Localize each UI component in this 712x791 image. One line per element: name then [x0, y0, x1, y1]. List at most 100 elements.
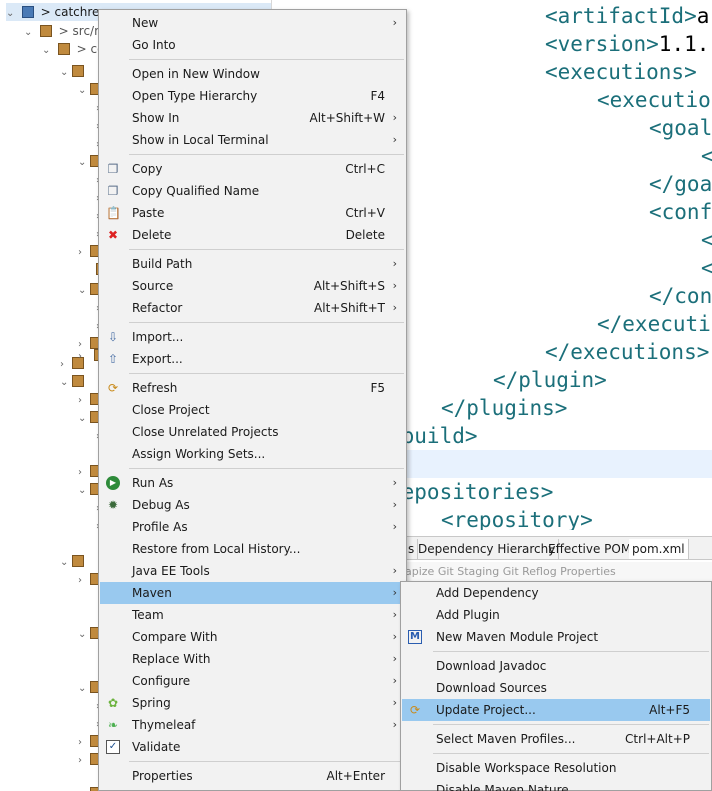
- code-line: </executions>: [545, 338, 709, 366]
- menu-item-refresh[interactable]: ⟳ Refresh F5: [100, 377, 405, 399]
- menu-item-close-project[interactable]: Close Project: [100, 399, 405, 421]
- package-folder-icon: [39, 25, 52, 37]
- chevron-down-icon[interactable]: ⌄: [24, 24, 36, 42]
- menu-item-run-as[interactable]: ▶ Run As ›: [100, 472, 405, 494]
- menu-item-new-maven-module-project[interactable]: M New Maven Module Project: [402, 626, 710, 648]
- menu-item-label: Source: [132, 279, 174, 293]
- chevron-down-icon[interactable]: ⌄: [78, 786, 90, 791]
- chevron-down-icon[interactable]: ⌄: [78, 410, 90, 428]
- menu-item-update-project[interactable]: ⟳ Update Project... Alt+F5: [402, 699, 710, 721]
- menu-item-export[interactable]: ⇧ Export...: [100, 348, 405, 370]
- menu-item-compare-with[interactable]: Compare With ›: [100, 626, 405, 648]
- menu-item-label: Compare With: [132, 630, 218, 644]
- menu-item-open-type-hierarchy[interactable]: Open Type Hierarchy F4: [100, 85, 405, 107]
- package-icon: [57, 43, 70, 55]
- menu-item-label: Export...: [132, 352, 183, 366]
- menu-item-java-ee-tools[interactable]: Java EE Tools ›: [100, 560, 405, 582]
- tab-dependency-hierarchy[interactable]: Dependency Hierarchy: [415, 539, 560, 559]
- menu-separator: [129, 761, 404, 762]
- menu-item-disable-workspace-resolution[interactable]: Disable Workspace Resolution: [402, 757, 710, 779]
- menu-item-go-into[interactable]: Go Into: [100, 34, 405, 56]
- chevron-down-icon[interactable]: ⌄: [60, 554, 72, 572]
- xml-tag: </plugins>: [441, 396, 568, 420]
- xml-tag: </con: [649, 284, 712, 308]
- xml-tag: <: [701, 144, 712, 168]
- chevron-down-icon[interactable]: ⌄: [6, 5, 18, 23]
- menu-item-download-javadoc[interactable]: Download Javadoc: [402, 655, 710, 677]
- chevron-right-icon[interactable]: ›: [78, 348, 90, 366]
- menu-item-refactor[interactable]: Refactor Alt+Shift+T ›: [100, 297, 405, 319]
- tree-item[interactable]: ⌄: [60, 552, 87, 570]
- menu-item-shortcut: Alt+Shift+W: [309, 111, 386, 125]
- menu-item-configure[interactable]: Configure ›: [100, 670, 405, 692]
- chevron-right-icon[interactable]: ›: [78, 244, 90, 262]
- menu-item-shortcut: Alt+Enter: [326, 769, 385, 783]
- paste-icon: 📋: [106, 206, 121, 220]
- chevron-down-icon[interactable]: ⌄: [78, 82, 90, 100]
- menu-item-label: Debug As: [132, 498, 190, 512]
- menu-item-validate[interactable]: ✓ Validate: [100, 736, 405, 758]
- menu-item-copy[interactable]: ❐ Copy Ctrl+C: [100, 158, 405, 180]
- menu-item-open-in-new-window[interactable]: Open in New Window: [100, 63, 405, 85]
- menu-item-shortcut: Ctrl+Alt+P: [625, 732, 690, 746]
- tree-item[interactable]: ⌄: [60, 62, 87, 80]
- code-line: </plugins>: [441, 394, 567, 422]
- menu-item-label: Go Into: [132, 38, 176, 52]
- chevron-right-icon[interactable]: ›: [78, 752, 90, 770]
- menu-item-copy-qualified-name[interactable]: ❐ Copy Qualified Name: [100, 180, 405, 202]
- menu-item-source[interactable]: Source Alt+Shift+S ›: [100, 275, 405, 297]
- copy-icon: ❐: [107, 162, 119, 176]
- menu-item-new[interactable]: New ›: [100, 12, 405, 34]
- xml-tag: <: [701, 256, 712, 280]
- menu-item-show-in[interactable]: Show In Alt+Shift+W ›: [100, 107, 405, 129]
- menu-item-maven[interactable]: Maven ›: [100, 582, 405, 604]
- menu-item-spring[interactable]: ✿ Spring ›: [100, 692, 405, 714]
- menu-item-add-dependency[interactable]: Add Dependency: [402, 582, 710, 604]
- chevron-down-icon[interactable]: ⌄: [78, 154, 90, 172]
- menu-item-properties[interactable]: Properties Alt+Enter: [100, 765, 405, 787]
- menu-item-label: Refactor: [132, 301, 183, 315]
- menu-item-paste[interactable]: 📋 Paste Ctrl+V: [100, 202, 405, 224]
- menu-item-disable-maven-nature[interactable]: Disable Maven Nature: [402, 779, 710, 791]
- chevron-right-icon[interactable]: ›: [78, 572, 90, 590]
- menu-item-replace-with[interactable]: Replace With ›: [100, 648, 405, 670]
- chevron-down-icon[interactable]: ⌄: [78, 282, 90, 300]
- menu-item-assign-working-sets[interactable]: Assign Working Sets...: [100, 443, 405, 465]
- menu-item-profile-as[interactable]: Profile As ›: [100, 516, 405, 538]
- menu-item-restore-from-local-history[interactable]: Restore from Local History...: [100, 538, 405, 560]
- maven-project-icon: [21, 6, 34, 18]
- xml-tag: <goal: [649, 116, 712, 140]
- tree-item-src[interactable]: ⌄ > src/r: [24, 22, 99, 40]
- menu-item-debug-as[interactable]: ✹ Debug As ›: [100, 494, 405, 516]
- menu-item-label: Copy: [132, 162, 163, 176]
- tree-item-package[interactable]: ⌄ > co: [42, 40, 104, 58]
- code-line: <: [701, 254, 712, 282]
- menu-item-delete[interactable]: ✖ Delete Delete: [100, 224, 405, 246]
- code-line: <artifactId>a: [545, 2, 709, 30]
- chevron-down-icon[interactable]: ⌄: [60, 64, 72, 82]
- tree-item[interactable]: ⌄: [60, 372, 87, 390]
- menu-item-label: Copy Qualified Name: [132, 184, 260, 198]
- menu-item-show-in-local-terminal[interactable]: Show in Local Terminal ›: [100, 129, 405, 151]
- menu-item-import[interactable]: ⇩ Import...: [100, 326, 405, 348]
- menu-item-build-path[interactable]: Build Path ›: [100, 253, 405, 275]
- menu-item-select-maven-profiles[interactable]: Select Maven Profiles... Ctrl+Alt+P: [402, 728, 710, 750]
- chevron-down-icon[interactable]: ⌄: [78, 626, 90, 644]
- menu-item-thymeleaf[interactable]: ❧ Thymeleaf ›: [100, 714, 405, 736]
- chevron-down-icon[interactable]: ⌄: [78, 482, 90, 500]
- tab-effective-pom[interactable]: Effective POM: [545, 539, 636, 559]
- chevron-down-icon[interactable]: ⌄: [78, 680, 90, 698]
- menu-item-team[interactable]: Team ›: [100, 604, 405, 626]
- chevron-down-icon[interactable]: ⌄: [60, 374, 72, 392]
- menu-item-label: Add Dependency: [436, 586, 539, 600]
- xml-tag: </goa: [649, 172, 712, 196]
- menu-item-close-unrelated-projects[interactable]: Close Unrelated Projects: [100, 421, 405, 443]
- menu-item-shortcut: F5: [370, 381, 385, 395]
- code-line: </executi: [597, 310, 711, 338]
- menu-item-shortcut: F4: [370, 89, 385, 103]
- tab-pom-xml[interactable]: pom.xml: [629, 539, 689, 559]
- menu-item-download-sources[interactable]: Download Sources: [402, 677, 710, 699]
- menu-item-add-plugin[interactable]: Add Plugin: [402, 604, 710, 626]
- menu-separator: [433, 651, 709, 652]
- chevron-down-icon[interactable]: ⌄: [42, 42, 54, 60]
